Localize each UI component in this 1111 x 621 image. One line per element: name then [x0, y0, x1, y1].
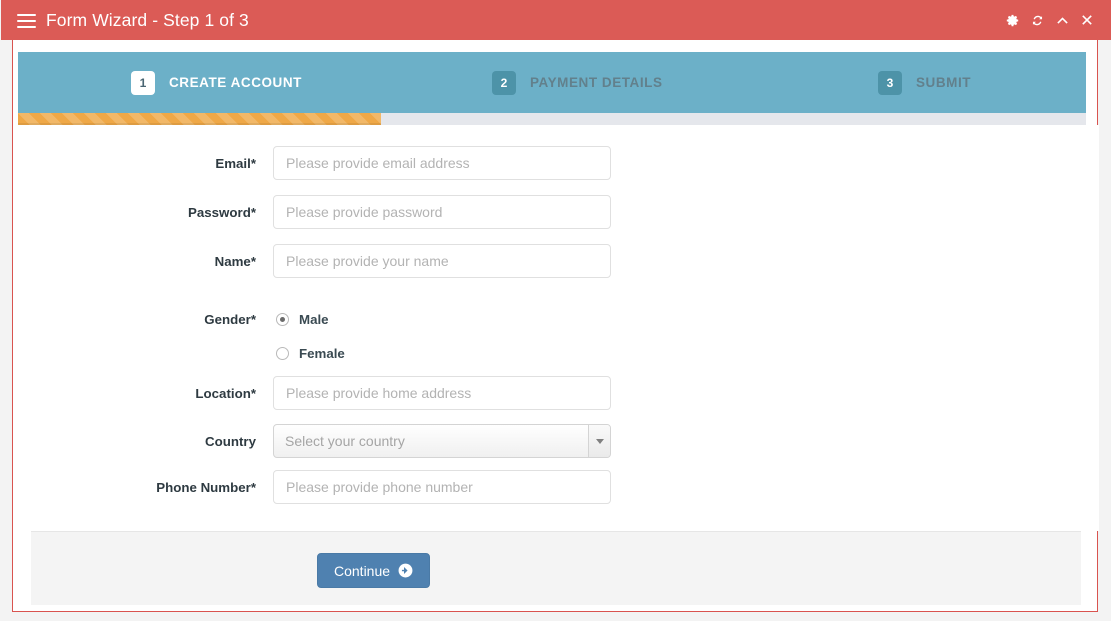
label-country: Country [205, 433, 256, 449]
form-body: Email* Password* Name* Gender* Male Fem [13, 125, 1099, 531]
continue-button-label: Continue [334, 562, 391, 579]
label-name: Name* [214, 253, 256, 269]
panel-title-group: Form Wizard - Step 1 of 3 [17, 0, 249, 40]
form-group-location: Location* [13, 376, 1099, 410]
panel-footer: Continue [31, 531, 1081, 605]
wizard-steps: 1 CREATE ACCOUNT 2 PAYMENT DETAILS 3 SUB… [18, 52, 1086, 125]
gender-radio-male[interactable]: Male [273, 312, 329, 327]
country-select[interactable]: Select your country [273, 424, 611, 458]
country-select-value: Select your country [285, 433, 405, 449]
label-location: Location* [195, 385, 256, 401]
continue-button[interactable]: Continue [317, 553, 431, 588]
wizard-progress-track [18, 113, 1086, 125]
step-badge-3: 3 [878, 70, 902, 95]
panel-tools [1005, 0, 1094, 40]
chevron-up-icon[interactable] [1055, 13, 1069, 27]
form-group-phone: Phone Number* [13, 470, 1099, 504]
country-select-box[interactable]: Select your country [273, 424, 611, 458]
panel-header: Form Wizard - Step 1 of 3 [1, 0, 1111, 40]
form-group-name: Name* [13, 244, 1099, 278]
wizard-progress-fill [18, 113, 382, 125]
phone-number-field[interactable] [273, 470, 611, 504]
page-title: Form Wizard - Step 1 of 3 [46, 9, 249, 30]
form-group-gender-male: Gender* Male [13, 307, 1099, 331]
wizard-step-create-account[interactable]: 1 CREATE ACCOUNT [131, 52, 302, 113]
step-badge-2: 2 [492, 70, 516, 95]
arrow-circle-right-icon [398, 563, 413, 578]
step-label-3: SUBMIT [916, 75, 972, 90]
gender-radio-female[interactable]: Female [273, 346, 345, 361]
radio-male-indicator[interactable] [276, 312, 289, 326]
label-email: Email* [215, 155, 256, 171]
hamburger-icon[interactable] [17, 13, 36, 29]
name-field[interactable] [273, 244, 611, 278]
email-field[interactable] [273, 146, 611, 180]
wizard-step-submit[interactable]: 3 SUBMIT [878, 52, 971, 113]
step-badge-1: 1 [131, 70, 155, 95]
step-label-2: PAYMENT DETAILS [530, 75, 663, 90]
refresh-icon[interactable] [1030, 13, 1044, 27]
label-password: Password* [188, 204, 256, 220]
radio-female-label: Female [299, 345, 345, 361]
form-group-gender-female: Female [13, 341, 1099, 365]
label-gender: Gender* [204, 311, 256, 327]
radio-male-label: Male [299, 311, 329, 327]
chevron-down-icon[interactable] [588, 425, 610, 457]
step-label-1: CREATE ACCOUNT [169, 75, 302, 90]
steps-bar: 1 CREATE ACCOUNT 2 PAYMENT DETAILS 3 SUB… [18, 52, 1086, 113]
form-wizard-panel: Form Wizard - Step 1 of 3 1 CREATE ACCOU… [1, 0, 1111, 612]
location-field[interactable] [273, 376, 611, 410]
form-group-country: Country Select your country [13, 424, 1099, 458]
gear-icon[interactable] [1005, 13, 1019, 27]
form-group-password: Password* [13, 195, 1099, 229]
password-field[interactable] [273, 195, 611, 229]
caret-shape [595, 438, 604, 444]
form-group-email: Email* [13, 146, 1099, 180]
gender-label-cell: Gender* [13, 312, 273, 327]
radio-female-indicator[interactable] [276, 346, 289, 360]
label-phone-number: Phone Number* [156, 479, 256, 495]
wizard-step-payment-details[interactable]: 2 PAYMENT DETAILS [492, 52, 663, 113]
close-icon[interactable] [1080, 13, 1094, 27]
